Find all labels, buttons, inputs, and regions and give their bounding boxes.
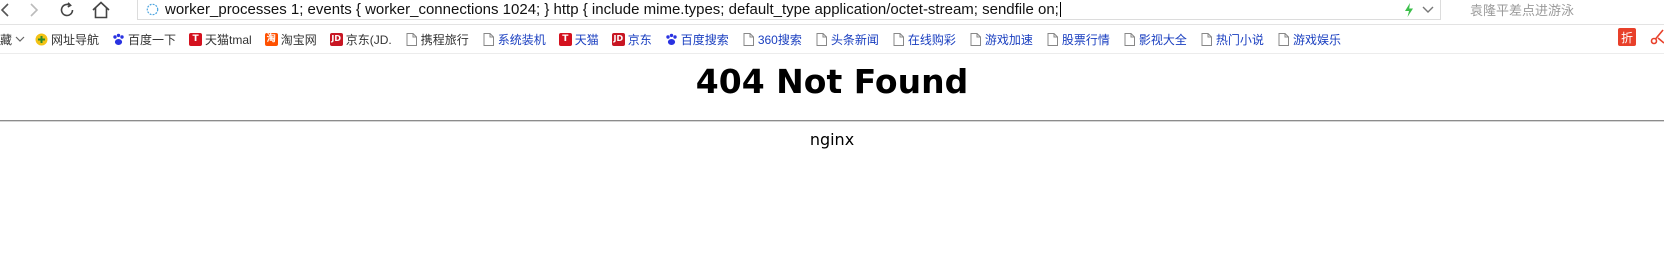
tmall-icon: T [558, 32, 572, 46]
back-button[interactable] [0, 0, 16, 20]
bookmark-label: 淘宝网 [280, 32, 317, 47]
compass-icon [35, 33, 48, 46]
page-icon [1123, 32, 1136, 46]
reload-button[interactable] [56, 0, 78, 20]
page-icon [1277, 32, 1290, 46]
page-icon [815, 32, 828, 46]
bookmark-item[interactable]: JD 京东(JD. [327, 29, 395, 49]
bookmark-label: 游戏加速 [984, 32, 1033, 47]
bookmark-item[interactable]: 股票行情 [1043, 29, 1113, 49]
reload-icon [60, 2, 74, 17]
bookmark-item[interactable]: 系统装机 [479, 29, 549, 49]
url-text[interactable]: worker_processes 1; events { worker_conn… [165, 1, 1061, 19]
browser-toolbar: worker_processes 1; events { worker_conn… [0, 0, 1664, 25]
page-icon [742, 32, 755, 46]
bookmark-label: 在线购彩 [907, 32, 956, 47]
bookmark-item[interactable]: 网址导航 [32, 29, 102, 49]
address-bar[interactable]: worker_processes 1; events { worker_conn… [137, 0, 1441, 20]
bookmark-item[interactable]: 360搜索 [739, 29, 805, 49]
bookmark-item[interactable]: 游戏娱乐 [1274, 29, 1344, 49]
bookmark-label: 360搜索 [757, 32, 802, 47]
page-icon [1046, 32, 1059, 46]
forward-arrow-icon [30, 3, 39, 17]
bookmark-item[interactable]: 头条新闻 [812, 29, 882, 49]
bookmarks-folder-label: 藏 [0, 32, 13, 47]
server-signature: nginx [809, 130, 855, 149]
page-icon [405, 32, 418, 46]
bookmark-label: 系统装机 [497, 32, 546, 47]
search-input[interactable]: 袁隆平差点进游泳 [1464, 0, 1664, 19]
divider [0, 120, 1664, 122]
bookmark-item[interactable]: 热门小说 [1197, 29, 1267, 49]
bookmark-label: 网址导航 [51, 32, 100, 47]
page-loading-icon [146, 3, 159, 16]
page-title: 404 Not Found [695, 62, 969, 101]
tmall-icon: T [189, 32, 203, 46]
bookmark-label: 天猫 [574, 32, 599, 47]
home-icon [92, 1, 110, 19]
baidu-paw-icon [112, 33, 125, 46]
bookmark-label: 热门小说 [1215, 32, 1264, 47]
bookmark-item[interactable]: JD 京东 [609, 29, 655, 49]
chevron-down-icon [15, 36, 25, 42]
bookmark-item[interactable]: 百度搜索 [662, 29, 732, 49]
back-arrow-icon [0, 3, 9, 17]
bookmark-item[interactable]: 百度一下 [109, 29, 179, 49]
lightning-icon[interactable] [1404, 2, 1414, 17]
scissors-icon[interactable] [1650, 29, 1664, 45]
bookmark-label: 百度搜索 [680, 32, 729, 47]
page-icon [969, 32, 982, 46]
bookmark-item[interactable]: 携程旅行 [402, 29, 472, 49]
forward-button[interactable] [23, 0, 45, 20]
bookmark-label: 股票行情 [1061, 32, 1110, 47]
bookmark-label: 头条新闻 [830, 32, 879, 47]
search-placeholder: 袁隆平差点进游泳 [1470, 3, 1575, 18]
bookmarks-bar: 藏 网址导航 百度一下 T 天猫tmal 淘 淘宝网 JD 京东(JD. 携程旅… [0, 25, 1664, 54]
text-cursor [1059, 2, 1061, 18]
page-icon [1200, 32, 1213, 46]
bookmarks-folder[interactable]: 藏 [0, 29, 28, 49]
chevron-down-icon[interactable] [1422, 6, 1434, 14]
jd-icon: JD [329, 32, 343, 46]
extensions-area: 折 [1618, 28, 1664, 46]
discount-extension-icon[interactable]: 折 [1618, 28, 1636, 46]
bookmark-item[interactable]: T 天猫tmal [186, 29, 255, 49]
bookmark-label: 游戏娱乐 [1292, 32, 1341, 47]
bookmark-label: 影视大全 [1138, 32, 1187, 47]
bookmark-item[interactable]: 影视大全 [1120, 29, 1190, 49]
jd-icon: JD [611, 32, 625, 46]
bookmark-label: 京东 [627, 32, 652, 47]
taobao-icon: 淘 [264, 32, 278, 46]
bookmark-item[interactable]: 淘 淘宝网 [262, 29, 320, 49]
bookmark-label: 百度一下 [128, 32, 177, 47]
page-icon [892, 32, 905, 46]
home-button[interactable] [90, 0, 112, 20]
page-icon [482, 32, 495, 46]
bookmark-label: 天猫tmal [205, 32, 252, 47]
baidu-paw-icon [665, 33, 678, 46]
bookmark-item[interactable]: T 天猫 [556, 29, 602, 49]
page-content: 404 Not Found nginx [0, 54, 1664, 253]
bookmark-label: 京东(JD. [345, 32, 392, 47]
bookmark-item[interactable]: 游戏加速 [966, 29, 1036, 49]
bookmark-label: 携程旅行 [420, 32, 469, 47]
bookmark-item[interactable]: 在线购彩 [889, 29, 959, 49]
